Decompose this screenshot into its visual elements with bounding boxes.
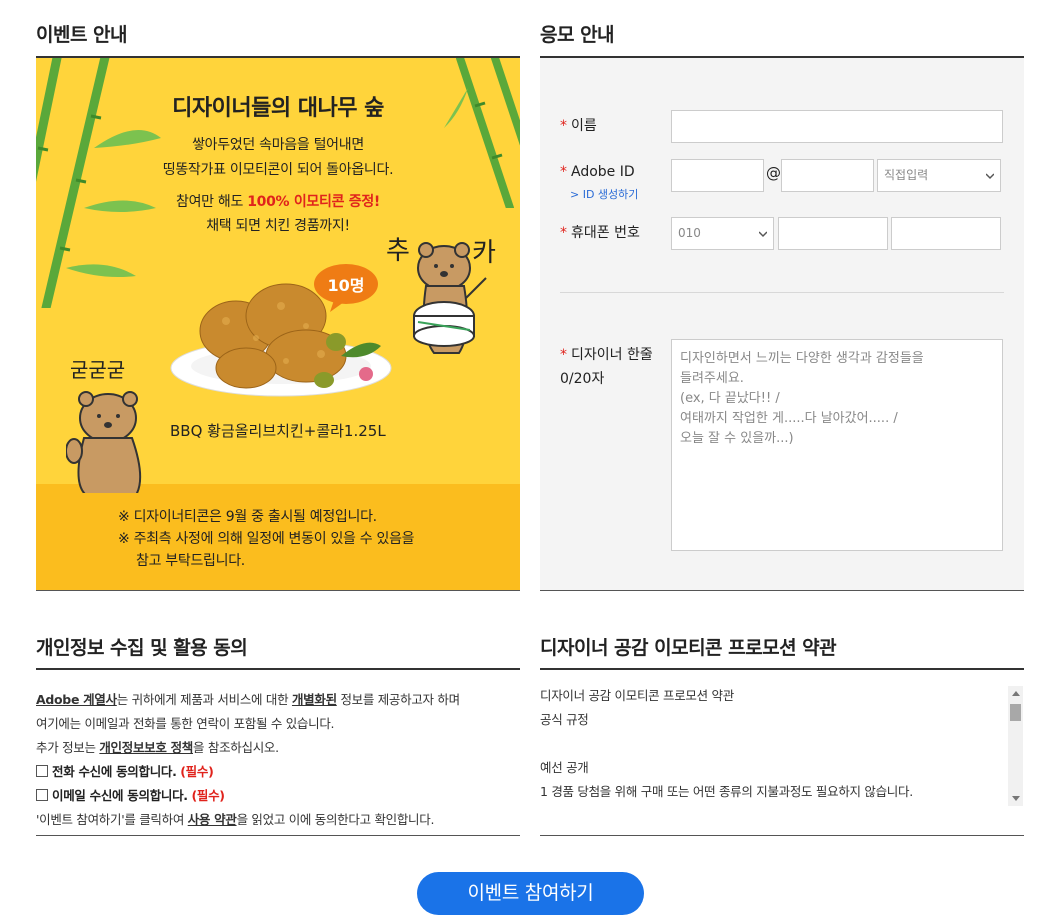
privacy-policy-link[interactable]: 개인정보보호 정책 xyxy=(99,740,193,755)
comment-label: * 디자이너 한줄 xyxy=(560,344,653,364)
phone-label: * 휴대폰 번호 xyxy=(560,222,640,242)
phone-consent-row: 전화 수신에 동의합니다. (필수) xyxy=(36,761,214,780)
phone-label-text: 휴대폰 번호 xyxy=(571,225,640,241)
name-label: * 이름 xyxy=(560,115,597,135)
join-event-button[interactable]: 이벤트 참여하기 xyxy=(417,872,644,915)
sfx-chu: 추 xyxy=(386,236,410,266)
placeholder-line: 여태까지 작업한 게.....다 날아갔어..... / xyxy=(680,411,898,426)
placeholder-line: (ex, 다 끝났다!! / xyxy=(680,391,780,406)
privacy-bottom-rule xyxy=(36,835,520,836)
privacy-text: 을 읽었고 이에 동의한다고 확인합니다. xyxy=(236,812,435,827)
phone-prefix-select[interactable]: 010 xyxy=(671,217,774,250)
terms-section-title: 디자이너 공감 이모티콘 프로모션 약관 xyxy=(540,637,837,659)
email-consent-checkbox[interactable] xyxy=(36,789,48,801)
notice-line-3: 참고 부탁드립니다. xyxy=(136,553,245,569)
comment-textarea[interactable]: 디자인하면서 느끼는 다양한 생각과 감정들을 들려주세요. (ex, 다 끝났… xyxy=(671,339,1003,551)
phone-prefix-value: 010 xyxy=(678,226,701,240)
notice-line-2: ※ 주최측 사정에 의해 일정에 변동이 있을 수 있음을 xyxy=(118,531,415,547)
terms-bottom-rule xyxy=(540,835,1024,836)
terms-line xyxy=(540,732,1008,756)
required-mark: * xyxy=(560,164,567,180)
bamboo-right-illustration xyxy=(444,58,520,208)
privacy-title-rule xyxy=(36,668,520,670)
terms-line: 디자이너 공감 이모티콘 프로모션 약관 xyxy=(540,688,734,703)
terms-line: 1 경품 당첨을 위해 구매 또는 어떤 종류의 지불과정도 필요하지 않습니다… xyxy=(540,784,913,799)
scroll-thumb[interactable] xyxy=(1010,704,1021,721)
comment-char-count: 0/20자 xyxy=(560,371,605,387)
chevron-down-icon xyxy=(759,231,767,238)
sfx-ka: 카 xyxy=(472,238,496,268)
required-tag: (필수) xyxy=(180,764,214,779)
privacy-text: 을 참조하십시오. xyxy=(193,740,279,755)
event-bottom-rule xyxy=(36,590,520,591)
placeholder-line: 디자인하면서 느끼는 다양한 생각과 감정들을 xyxy=(680,351,924,366)
required-mark: * xyxy=(560,118,567,134)
clapping-bear-illustration xyxy=(66,391,142,493)
banner-line-3: 참여만 해도 100% 이모티콘 증정! xyxy=(36,191,520,211)
required-mark: * xyxy=(560,347,567,363)
comment-label-text: 디자이너 한줄 xyxy=(571,347,653,363)
name-label-text: 이름 xyxy=(571,118,597,134)
banner-line-4: 채택 되면 치킨 경품까지! xyxy=(206,218,350,234)
sfx-gudgudgud: 굳굳굳 xyxy=(70,358,126,382)
winner-count-label: 10명 xyxy=(327,276,365,295)
banner-line-3-prefix: 참여만 해도 xyxy=(176,194,248,210)
adobe-id-input[interactable] xyxy=(671,159,764,192)
chevron-down-icon xyxy=(986,173,994,180)
terms-of-use-link[interactable]: 사용 약관 xyxy=(188,812,237,827)
email-domain-select[interactable]: 직접입력 xyxy=(877,159,1001,192)
notice-line-1: ※ 디자이너티콘은 9월 중 출시될 예정입니다. xyxy=(118,509,377,525)
event-section-title: 이벤트 안내 xyxy=(36,24,128,46)
email-consent-row: 이메일 수신에 동의합니다. (필수) xyxy=(36,785,225,804)
at-sign: @ xyxy=(766,164,781,182)
form-bottom-rule xyxy=(540,590,1024,591)
scroll-up-arrow-icon[interactable] xyxy=(1012,691,1020,696)
phone-consent-checkbox[interactable] xyxy=(36,765,48,777)
email-domain-input[interactable] xyxy=(781,159,874,192)
adobe-id-label-text: Adobe ID xyxy=(571,164,635,180)
terms-scroll-box[interactable]: 디자이너 공감 이모티콘 프로모션 약관 공식 규정 예선 공개 1 경품 당첨… xyxy=(540,684,1008,806)
required-tag: (필수) xyxy=(191,788,225,803)
personalized-link[interactable]: 개별화된 xyxy=(292,692,337,707)
adobe-id-label: * Adobe ID xyxy=(560,164,635,180)
form-divider xyxy=(560,292,1004,293)
create-id-link[interactable]: > ID 생성하기 xyxy=(570,186,638,202)
scroll-down-arrow-icon[interactable] xyxy=(1012,796,1020,801)
name-input[interactable] xyxy=(671,110,1003,143)
terms-scrollbar[interactable] xyxy=(1008,686,1023,806)
form-section-title: 응모 안내 xyxy=(540,24,615,46)
terms-confirmation: '이벤트 참여하기'를 클릭하여 사용 약관을 읽었고 이에 동의한다고 확인합… xyxy=(36,809,434,828)
terms-line: 공식 규정 xyxy=(540,712,589,727)
phone-last-input[interactable] xyxy=(891,217,1001,250)
placeholder-line: 오늘 잘 수 있을까...) xyxy=(680,431,794,446)
privacy-paragraph-1: Adobe 계열사는 귀하에게 제품과 서비스에 대한 개별화된 정보를 제공하… xyxy=(36,689,460,708)
privacy-section-title: 개인정보 수집 및 활용 동의 xyxy=(36,637,248,659)
terms-line: 예선 공개 xyxy=(540,760,589,775)
banner-promo-highlight: 100% 이모티콘 증정! xyxy=(247,194,380,210)
prize-label: BBQ 황금올리브치킨+콜라1.25L xyxy=(170,422,386,440)
privacy-paragraph-3: 추가 정보는 개인정보보호 정책을 참조하십시오. xyxy=(36,737,279,756)
email-domain-select-value: 직접입력 xyxy=(884,168,929,182)
required-mark: * xyxy=(560,225,567,241)
privacy-text: 는 귀하에게 제품과 서비스에 대한 xyxy=(116,692,292,707)
privacy-text: '이벤트 참여하기'를 클릭하여 xyxy=(36,812,188,827)
privacy-paragraph-2: 여기에는 이메일과 전화를 통한 연락이 포함될 수 있습니다. xyxy=(36,716,335,731)
banner-line-2: 띵똥작가표 이모티콘이 되어 돌아옵니다. xyxy=(162,162,394,178)
phone-consent-label[interactable]: 전화 수신에 동의합니다. xyxy=(52,764,177,779)
placeholder-line: 들려주세요. xyxy=(680,371,744,386)
phone-middle-input[interactable] xyxy=(778,217,888,250)
terms-title-rule xyxy=(540,668,1024,670)
adobe-affiliates-link[interactable]: Adobe 계열사 xyxy=(36,692,117,707)
banner-headline: 디자이너들의 대나무 숲 xyxy=(172,96,384,121)
privacy-text: 정보를 제공하고자 하며 xyxy=(336,692,460,707)
banner-line-1: 쌓아두었던 속마음을 털어내면 xyxy=(192,137,364,153)
privacy-text: 추가 정보는 xyxy=(36,740,100,755)
event-banner: 디자이너들의 대나무 숲 쌓아두었던 속마음을 털어내면 띵똥작가표 이모티콘이… xyxy=(36,58,520,590)
email-consent-label[interactable]: 이메일 수신에 동의합니다. xyxy=(52,788,188,803)
